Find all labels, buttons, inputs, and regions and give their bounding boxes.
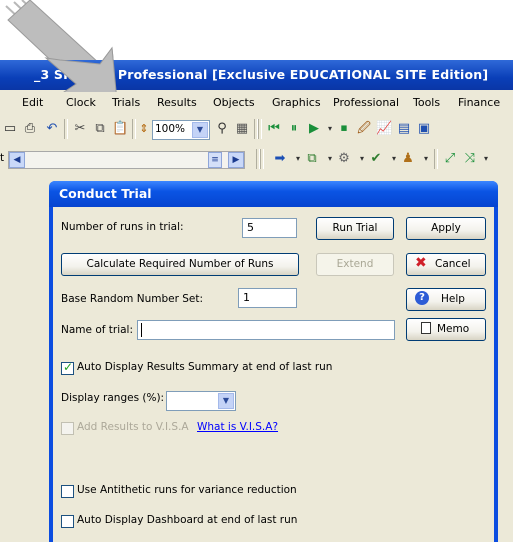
menu-finance[interactable]: Finance	[458, 96, 500, 109]
menu-clock[interactable]: Clock	[66, 96, 96, 109]
binoculars-icon[interactable]: ⚲	[214, 121, 230, 137]
scroll-right-icon[interactable]: ▶	[228, 152, 244, 168]
auto-display-summary-checkbox[interactable]: ✓	[61, 360, 74, 375]
link-dropdown-icon[interactable]: ▾	[478, 151, 494, 167]
stop-icon[interactable]: ⏹	[336, 121, 352, 137]
trial-name-label: Name of trial:	[61, 324, 134, 336]
what-is-visa-link[interactable]: What is V.I.S.A?	[197, 421, 278, 433]
runs-input[interactable]: 5	[242, 218, 297, 238]
auto-dashboard-checkbox[interactable]	[61, 515, 74, 528]
cut-icon[interactable]: ✂	[72, 121, 88, 137]
menu-graphics[interactable]: Graphics	[272, 96, 321, 109]
standard-toolbar: ▭ ⎙ ↶ ✂ ⧉ 📋 ⇕ 100% ▼ ⚲ ▦ ⏮ ⏸ ▶ ▾ ⏹ 🖉 📈 ▤…	[0, 116, 513, 142]
link-tool-icon[interactable]: ⤢	[442, 151, 458, 167]
check-tool-icon[interactable]: ✔	[368, 151, 384, 167]
reset-run-icon[interactable]: ⏮	[266, 121, 282, 137]
object-scrollbar[interactable]: ◀ ≡ ▶	[8, 151, 245, 169]
apply-button[interactable]: Apply	[406, 217, 486, 240]
zoom-value: 100%	[155, 123, 186, 135]
zoom-combo[interactable]: 100% ▼	[152, 120, 210, 140]
zoom-dropdown-icon[interactable]: ▼	[192, 122, 208, 138]
menu-tools[interactable]: Tools	[413, 96, 440, 109]
resource-dropdown-icon[interactable]: ▾	[418, 151, 434, 167]
undo-icon[interactable]: ↶	[44, 121, 60, 137]
help-icon: ?	[415, 291, 429, 305]
antithetic-checkbox[interactable]	[61, 485, 74, 498]
help-button[interactable]: ? Help	[406, 288, 486, 311]
zoom-icon[interactable]: ⇕	[136, 121, 152, 137]
copy-icon[interactable]: ⧉	[92, 121, 108, 137]
run-trial-button[interactable]: Run Trial	[316, 217, 394, 240]
route-arrow-icon[interactable]: ➡	[272, 151, 288, 167]
trial-name-input[interactable]	[137, 320, 395, 340]
scroll-left-icon[interactable]: ◀	[9, 152, 25, 168]
scroll-thumb[interactable]: ≡	[208, 152, 222, 168]
dialog-titlebar: Conduct Trial	[49, 181, 498, 207]
dialog-title: Conduct Trial	[59, 186, 152, 201]
resource-icon[interactable]: ♟	[400, 151, 416, 167]
toolbar-label-fragment: t	[0, 152, 5, 164]
save-icon[interactable]: ▭	[2, 121, 18, 137]
chevron-down-icon[interactable]: ▼	[218, 393, 234, 409]
auto-dashboard-label: Auto Display Dashboard at end of last ru…	[77, 514, 298, 526]
report-icon[interactable]: ▣	[416, 121, 432, 137]
menu-results[interactable]: Results	[157, 96, 197, 109]
calculate-runs-button[interactable]: Calculate Required Number of Runs	[61, 253, 299, 276]
memo-page-icon	[421, 322, 431, 334]
memo-label: Memo	[437, 323, 470, 335]
add-visa-label: Add Results to V.I.S.A	[77, 421, 189, 433]
extend-button[interactable]: Extend	[316, 253, 394, 276]
help-label: Help	[441, 293, 465, 305]
add-visa-checkbox[interactable]	[61, 422, 74, 435]
antithetic-label: Use Antithetic runs for variance reducti…	[77, 484, 297, 496]
menu-objects[interactable]: Objects	[213, 96, 255, 109]
menu-edit[interactable]: Edit	[22, 96, 43, 109]
print-icon[interactable]: ⎙	[22, 121, 38, 137]
pause-icon[interactable]: ⏸	[286, 121, 302, 137]
base-random-input[interactable]: 1	[238, 288, 297, 308]
layer-icon[interactable]: ⧉	[304, 151, 320, 167]
base-random-label: Base Random Number Set:	[61, 293, 204, 305]
auto-display-summary-label: Auto Display Results Summary at end of l…	[77, 361, 333, 373]
link-tool2-icon[interactable]: ⤨	[462, 151, 478, 167]
text-cursor	[141, 323, 142, 337]
paste-icon[interactable]: 📋	[112, 121, 128, 137]
menu-bar: Edit Clock Trials Results Objects Graphi…	[0, 92, 513, 114]
menu-professional[interactable]: Professional	[333, 96, 399, 109]
table-icon[interactable]: ▤	[396, 121, 412, 137]
checkmark-icon: ✓	[63, 360, 74, 374]
cancel-label: Cancel	[435, 258, 471, 270]
settings-gear-icon[interactable]: ⚙	[336, 151, 352, 167]
run-icon[interactable]: ▶	[306, 121, 322, 137]
chart-icon[interactable]: 📈	[376, 121, 392, 137]
cancel-x-icon: ✖	[415, 255, 427, 271]
wizard-icon[interactable]: 🖉	[356, 121, 372, 137]
display-ranges-select[interactable]: ▼	[166, 391, 236, 411]
cancel-button[interactable]: ✖ Cancel	[406, 253, 486, 276]
runs-label: Number of runs in trial:	[61, 221, 184, 233]
menu-trials[interactable]: Trials	[112, 96, 140, 109]
memo-button[interactable]: Memo	[406, 318, 486, 341]
grid-icon[interactable]: ▦	[234, 121, 250, 137]
display-ranges-label: Display ranges (%):	[61, 392, 165, 404]
